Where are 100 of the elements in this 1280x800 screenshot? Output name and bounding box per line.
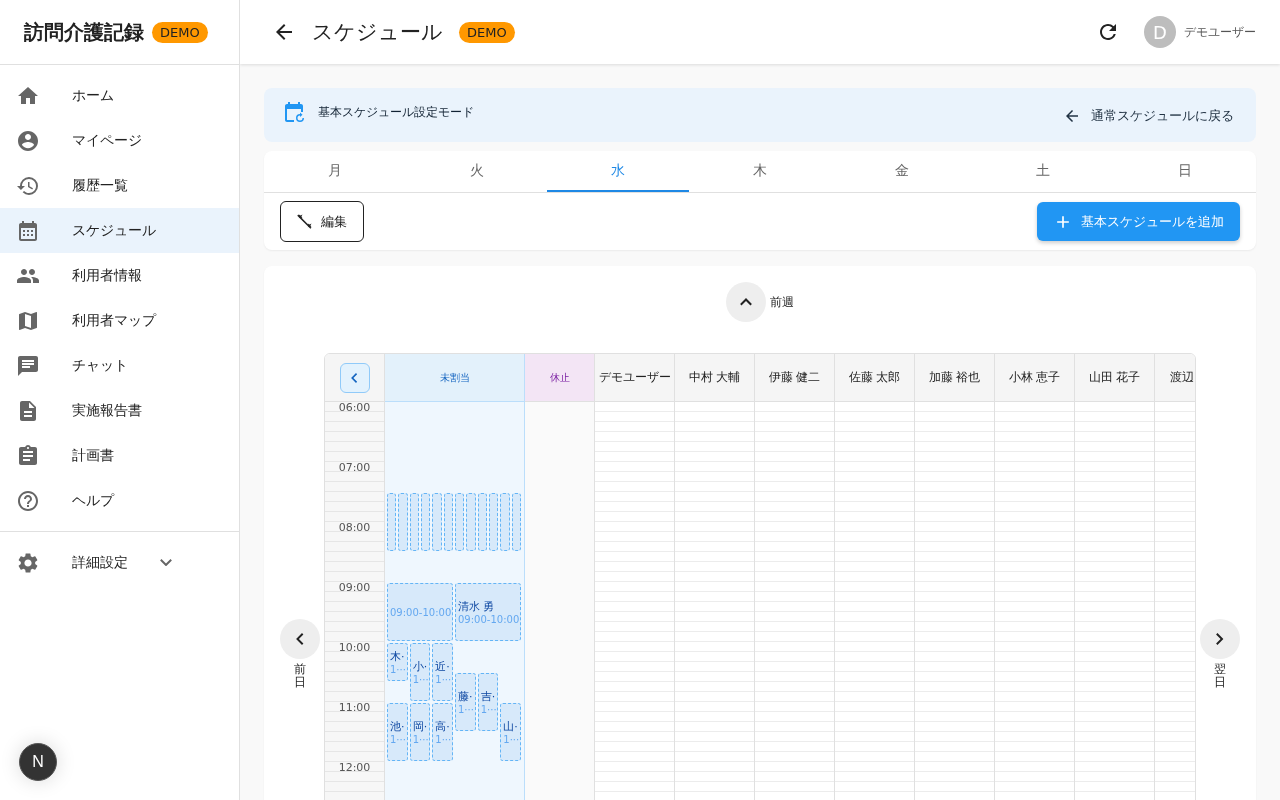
settings-menu-item[interactable]: 詳細設定 [0,540,188,585]
visit-name: 近· [435,659,450,674]
visit-block[interactable] [421,493,431,551]
sidebar-item[interactable]: ヘルプ [0,478,239,523]
sidebar-item[interactable]: マイページ [0,118,239,163]
day-tab[interactable]: 日 [1114,151,1256,192]
sidebar-item[interactable]: ホーム [0,73,239,118]
visit-time: 09:00-10:00 [390,606,450,618]
time-label: 06:00 [338,401,371,414]
time-label: 07:00 [338,461,371,474]
next-day-button[interactable] [1200,619,1240,659]
visit-block[interactable]: 小· 1··· [409,643,431,701]
demo-badge: DEMO [459,21,515,43]
visit-block[interactable] [500,493,510,551]
sidebar-item[interactable]: スケジュール [0,208,239,253]
sidebar-item[interactable]: 実施報告書 [0,388,239,433]
visit-block[interactable] [511,493,521,551]
visit-block[interactable] [443,493,453,551]
chevron-left-icon [296,633,304,645]
app-title: 訪問介護記録 [24,18,144,46]
time-label: 09:00 [338,581,371,594]
next-day-label: 翌日 [1214,663,1226,690]
previous-day-label: 前日 [294,663,306,690]
time-label: 08:00 [338,521,371,534]
page-title: スケジュール [312,19,443,46]
visit-time: 1··· [412,674,428,685]
user-name: デモユーザー [1184,23,1256,41]
visit-time: 1··· [390,664,405,675]
visit-time: 1··· [412,734,428,745]
visit-block[interactable]: 高· 1··· [432,703,453,761]
sidebar-item[interactable]: 利用者マップ [0,298,239,343]
visit-time: 1··· [435,674,450,685]
day-tab[interactable]: 土 [972,151,1115,192]
visit-block[interactable] [398,493,408,551]
visit-block[interactable]: 山· 1··· [500,703,521,761]
previous-week-button[interactable] [726,282,766,322]
visit-block[interactable]: 近· 1··· [432,643,453,701]
visit-block[interactable] [477,493,487,551]
time-label: 11:00 [338,701,371,714]
visit-block[interactable]: 清水 勇 09:00-10:00 [455,583,521,641]
demo-badge: DEMO [152,21,208,43]
clipboard-icon [16,443,40,468]
column-header: デモユーザー [595,354,675,402]
time-label: 10:00 [338,641,371,654]
sidebar-item[interactable]: 計画書 [0,433,239,478]
edit-button[interactable]: 編集 [280,201,364,242]
visit-name: 山· [503,719,518,734]
visit-block[interactable] [455,493,465,551]
column-header: 佐藤 太郎 [835,354,915,402]
collapse-button[interactable] [339,362,370,393]
visit-name: 岡· [412,719,428,734]
column-header: 未割当 [385,354,525,402]
visit-block[interactable]: 藤· 1··· [455,673,476,731]
visit-block[interactable]: 木· 1··· [387,643,408,681]
chat-icon [16,353,40,378]
help-icon [16,488,40,513]
calendar-sync-icon [282,100,306,124]
visit-block[interactable]: 岡· 1··· [409,703,431,761]
column-header: 加藤 裕也 [915,354,995,402]
magic-wand-icon [295,212,313,231]
visit-time: 09:00-10:00 [458,614,518,625]
column-header: 中村 大輔 [675,354,755,402]
visit-time: 1··· [480,704,496,715]
visit-time: 1··· [390,734,405,745]
day-tab[interactable]: 木 [689,151,831,192]
column-header: 休止 [525,354,595,402]
sidebar-item[interactable]: チャット [0,343,239,388]
visit-name: 木· [390,649,405,664]
visit-block[interactable]: 池· 1··· [387,703,408,761]
dev-tools-button[interactable]: N [19,743,57,781]
visit-time: 1··· [458,704,473,715]
settings-icon [16,550,40,575]
column-header: 渡辺 [1155,354,1195,402]
day-tab[interactable]: 水 [547,151,690,192]
visit-block[interactable] [409,493,419,551]
visit-block[interactable] [466,493,476,551]
chevron-left-icon [351,372,358,383]
visit-block[interactable] [387,493,397,551]
visit-time: 1··· [435,734,450,745]
day-tab[interactable]: 火 [405,151,548,192]
return-link[interactable]: 通常スケジュールに戻る [1057,106,1240,126]
previous-day-button[interactable] [280,619,320,659]
chevron-right-icon [1216,633,1224,645]
sidebar-item[interactable]: 利用者情報 [0,253,239,298]
sidebar-item[interactable]: 履歴一覧 [0,163,239,208]
time-label: 12:00 [338,761,371,774]
chevron-up-icon [740,298,752,306]
visit-time: 1··· [503,734,518,745]
visit-block[interactable] [432,493,442,551]
visit-name: 池· [390,719,405,734]
visit-block[interactable]: 吉· 1··· [477,673,499,731]
visit-name: 藤· [458,689,473,704]
chevron-icon [160,558,172,567]
visit-name: 高· [435,719,450,734]
day-tab[interactable]: 金 [830,151,973,192]
visit-block[interactable] [489,493,499,551]
day-tab[interactable]: 月 [264,151,406,192]
column-header: 小林 恵子 [995,354,1075,402]
visit-name: 小· [412,659,428,674]
visit-name: 清水 勇 [458,599,496,614]
